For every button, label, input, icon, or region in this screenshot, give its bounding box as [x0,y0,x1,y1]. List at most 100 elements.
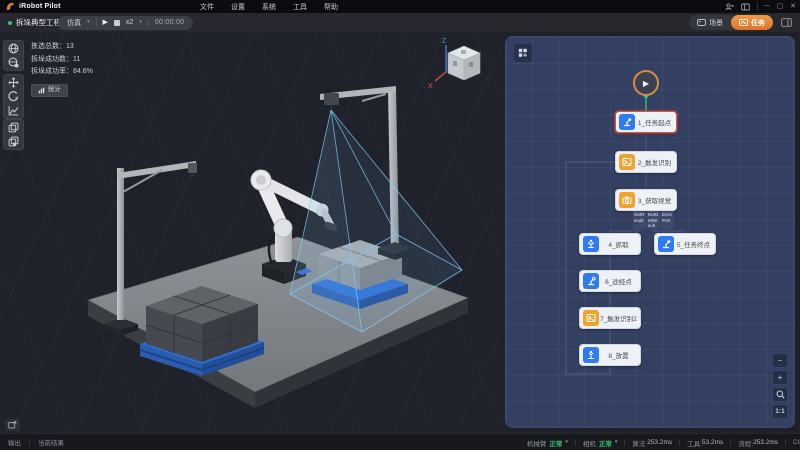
waypoint-icon [583,273,599,289]
simulation-timer: 00:00:00 [155,19,185,26]
app-name: iRobot Pilot [19,3,61,10]
flow-node-waypoint[interactable]: 6_途经点 [579,270,641,292]
menu-settings[interactable]: 设置 [231,2,245,12]
metric-label: 工具: [687,438,702,448]
panel-toggle-icon[interactable] [781,18,792,27]
port-get-result[interactable]: GetResult [633,211,646,229]
world-view-button[interactable] [5,42,22,55]
menu-help[interactable]: 帮助 [324,2,338,12]
stat-label: 拣选总数： [31,43,66,50]
flow-node-place[interactable]: 8_放置 [579,344,641,366]
stat-row: 拣选总数：13 [31,41,93,54]
port-not-get-result[interactable]: NotGetResult [647,211,660,229]
stop-button[interactable] [114,20,120,26]
task-flow-panel[interactable]: ▶ 1_任务起点 2_触发识别 3_获取视觉 GetResult NotGetR… [505,36,795,428]
capture-button[interactable] [5,419,20,431]
statusbar-divider [785,439,786,446]
maximize-button[interactable]: ▢ [777,3,784,10]
view-switcher: 场景 任务 [689,15,773,30]
task-icon [739,19,748,26]
stat-value: 13 [66,43,74,50]
speed-select[interactable]: x2 [126,19,133,26]
viewport-3d[interactable]: Z X [0,32,503,433]
move-tool-button[interactable] [5,76,22,89]
trajectory-chart-button[interactable] [5,104,22,117]
axis-x-label: X [428,83,433,90]
camera-label: 相机 [583,438,596,448]
sim-mode-caret-icon[interactable]: ▾ [87,20,90,25]
node-palette-icon [518,48,528,58]
world-settings-button[interactable] [5,56,22,69]
project-name: 拆垛典型工程 [16,17,61,28]
user-icon[interactable] [725,3,734,11]
algorithm-time: 算法: 253.2ms [632,438,672,448]
node-label: 3_获取视觉 [635,195,676,205]
rotate-tool-button[interactable] [5,90,22,103]
statistics-button[interactable]: 统计 [31,84,68,97]
view-cube[interactable]: Z X [428,38,480,90]
metric-label: 流程: [738,438,753,448]
node-label: 6_途经点 [599,276,640,286]
statusbar-divider [624,439,625,446]
play-button[interactable]: ▶ [103,19,108,26]
current-result-tab[interactable]: 当前结果 [38,437,64,447]
statusbar-divider [575,439,576,446]
zoom-fit-button[interactable]: 1:1 [772,404,788,419]
scene-tab[interactable]: 场景 [689,15,731,30]
main-area: Z X [0,32,800,433]
titlebar-divider [757,3,758,10]
task-tab-label: 任务 [751,18,765,28]
menu-file[interactable]: 文件 [200,2,214,12]
place-icon [583,347,599,363]
vision-camera [324,93,339,105]
task-start-icon [619,114,635,130]
menu-tools[interactable]: 工具 [293,2,307,12]
camera-status[interactable]: 相机 正常 ▾ [583,438,618,448]
axis-z-label: Z [442,38,447,45]
task-tab[interactable]: 任务 [731,15,773,30]
stat-row: 拆垛成功率：84.6% [31,66,93,79]
layer-tool-group [3,119,24,150]
flow-node-get-vision[interactable]: 3_获取视觉 [615,189,677,211]
flow-start-node[interactable]: ▶ [633,70,659,96]
minimize-button[interactable]: ─ [765,3,770,10]
status-bar: 输出 当前结果 机械臂 正常 ▾ 相机 正常 ▾ 算法: 253.2ms 工具:… [0,433,800,450]
flow-node-trigger-recognition[interactable]: 2_触发识别 [615,151,677,173]
robot-arm-state: 正常 [549,438,562,448]
layout-icon[interactable] [741,3,750,11]
statusbar-divider [730,439,731,446]
paste-layer-button[interactable] [5,135,22,148]
node-label: 7_触发识别2 [599,313,640,323]
speed-caret-icon[interactable]: ▾ [139,20,142,25]
toolbar-divider [148,19,149,27]
robot-arm-status[interactable]: 机械臂 正常 ▾ [527,438,568,448]
zoom-search-button[interactable] [772,387,788,402]
statusbar-divider [29,439,30,446]
copy-layer-button[interactable] [5,121,22,134]
zoom-in-button[interactable]: + [772,370,788,385]
flow-node-task-start[interactable]: 1_任务起点 [615,111,677,133]
flow-node-task-end[interactable]: 5_任务终点 [654,233,716,255]
node-label: 2_触发识别 [635,157,676,167]
close-button[interactable]: ✕ [790,3,796,10]
metric-value: 53.2ms [702,439,723,446]
sim-mode-select[interactable]: 仿真 [67,18,81,28]
node-palette-button[interactable] [514,44,532,62]
flow-node-trigger-recognition-2[interactable]: 7_触发识别2 [579,307,641,329]
stat-label: 拆垛成功数： [31,56,73,63]
stat-value: 84.6% [73,68,93,75]
flow-zoom-controls: − + 1:1 [772,353,788,419]
trigger-recognition-icon [583,310,599,326]
depalletize-stats: 拣选总数：13 拆垛成功数：11 拆垛成功率：84.6% 统计 [31,41,93,99]
magnifier-icon [776,390,785,399]
menu-system[interactable]: 系统 [262,2,276,12]
flow-node-grab[interactable]: 4_抓取 [579,233,641,255]
output-tab[interactable]: 输出 [8,437,21,447]
node-label: 8_放置 [599,350,640,360]
capture-icon [8,421,17,429]
port-error[interactable]: ErrorPort [661,211,674,229]
node-label: 5_任务终点 [674,239,715,249]
flow-connectors [506,37,795,428]
task-end-icon [658,236,674,252]
zoom-out-button[interactable]: − [772,353,788,368]
